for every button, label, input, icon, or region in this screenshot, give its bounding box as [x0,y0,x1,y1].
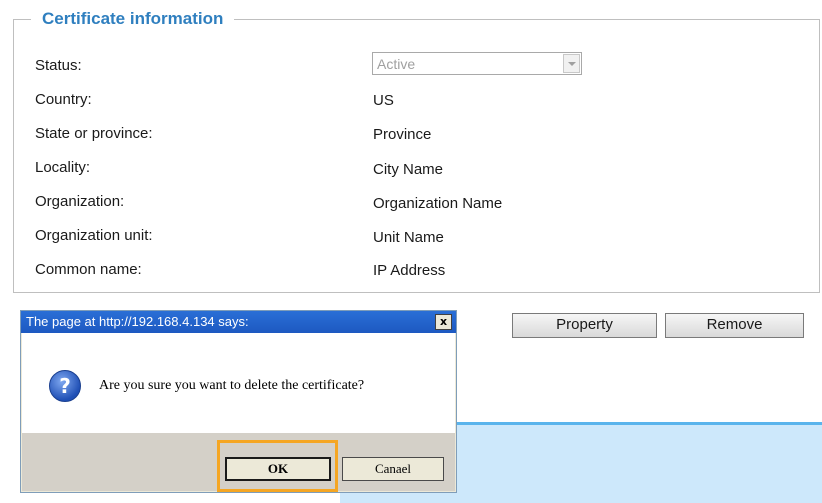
dialog-title: The page at http://192.168.4.134 says: [26,314,249,329]
chevron-down-icon[interactable] [563,54,580,73]
common-name-value: IP Address [373,262,446,279]
cancel-button[interactable]: Canael [342,457,444,481]
organization-unit-label: Organization unit: [35,227,153,244]
state-value: Province [373,126,432,143]
dialog-titlebar[interactable]: The page at http://192.168.4.134 says: x [21,311,456,333]
ok-button-highlight [217,440,338,492]
locality-value: City Name [373,161,444,178]
country-label: Country: [35,91,92,108]
question-icon: ? [49,370,81,402]
dialog-message: Are you sure you want to delete the cert… [99,378,365,393]
country-value: US [373,92,394,109]
status-select-value: Active [377,56,416,72]
status-select[interactable]: Active [372,52,582,75]
organization-unit-value: Unit Name [373,229,444,246]
state-label: State or province: [35,125,153,142]
locality-label: Locality: [35,159,91,176]
close-icon[interactable]: x [435,314,452,330]
organization-value: Organization Name [373,195,503,212]
remove-button[interactable]: Remove [665,313,804,338]
organization-label: Organization: [35,193,125,210]
common-name-label: Common name: [35,261,142,278]
property-button[interactable]: Property [512,313,657,338]
status-label: Status: [35,57,82,74]
certificate-legend: Certificate information [31,7,235,31]
